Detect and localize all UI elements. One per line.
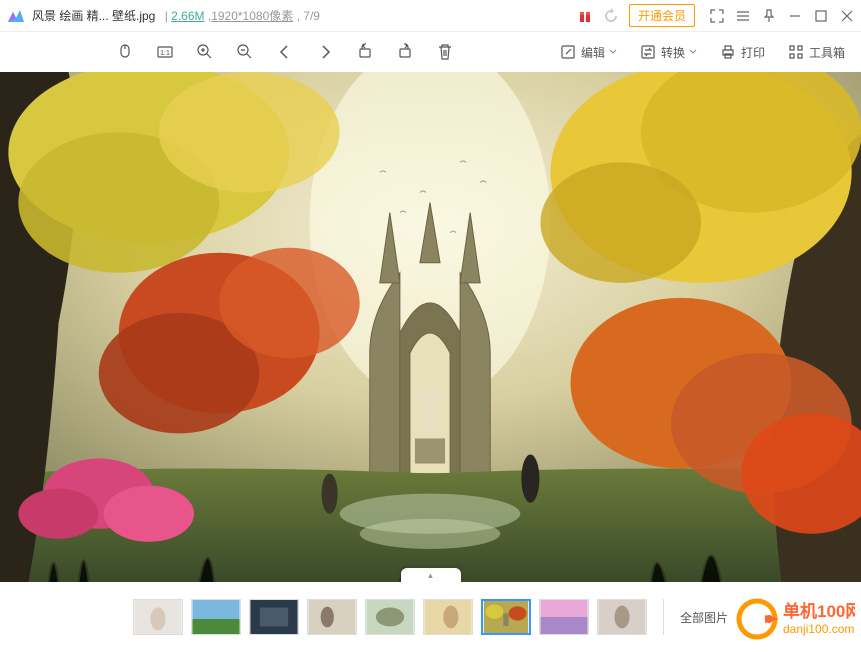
svg-text:单机100网: 单机100网 [783,601,855,621]
thumb-5[interactable] [365,599,415,635]
file-dimensions[interactable]: 1920*1080像素 [211,9,293,23]
thumb-2[interactable] [191,599,241,635]
convert-button[interactable]: 转换 [639,43,697,61]
thumb-6[interactable] [423,599,473,635]
toolbar: 1:1 编辑 转换 打印 工具箱 [0,32,861,72]
print-icon [719,43,737,61]
zoom-out-tool[interactable] [236,43,254,61]
toolbox-button[interactable]: 工具箱 [787,43,845,61]
convert-icon [639,43,657,61]
delete-tool[interactable] [436,43,454,61]
filename: 风景 绘画 精... 壁纸.jpg [32,7,155,24]
titlebar: 风景 绘画 精... 壁纸.jpg | 2.66M ,1920*1080像素 ,… [0,0,861,32]
thumb-8[interactable] [539,599,589,635]
thumb-1[interactable] [133,599,183,635]
minimize-icon[interactable] [787,8,803,24]
svg-text:1:1: 1:1 [160,50,170,57]
mouse-tool[interactable] [116,43,134,61]
divider [663,599,664,635]
rotate-left-tool[interactable] [356,43,374,61]
image-viewer[interactable]: ▲ [0,72,861,582]
thumb-3[interactable] [249,599,299,635]
rotate-right-tool[interactable] [396,43,414,61]
thumb-9[interactable] [597,599,647,635]
edit-icon [559,43,577,61]
file-size[interactable]: 2.66M [171,9,204,23]
thumb-4[interactable] [307,599,357,635]
next-tool[interactable] [316,43,334,61]
edit-button[interactable]: 编辑 [559,43,617,61]
svg-text:danji100.com: danji100.com [783,622,854,636]
gift-icon[interactable] [577,8,593,24]
maximize-icon[interactable] [813,8,829,24]
zoom-in-tool[interactable] [196,43,214,61]
main-image [0,72,861,582]
thumbnail-handle[interactable]: ▲ [401,568,461,582]
close-icon[interactable] [839,8,855,24]
file-meta: | 2.66M ,1920*1080像素 , 7/9 [161,7,320,24]
menu-icon[interactable] [735,8,751,24]
app-logo [6,6,26,26]
vip-button[interactable]: 开通会员 [629,4,695,27]
pin-icon[interactable] [761,8,777,24]
prev-tool[interactable] [276,43,294,61]
thumb-7[interactable] [481,599,531,635]
fit-tool[interactable]: 1:1 [156,43,174,61]
thumbnail-strip: 全部图片 单机100网 danji100.com [0,582,861,652]
sync-icon[interactable] [603,8,619,24]
all-images-link[interactable]: 全部图片 [680,609,728,626]
print-button[interactable]: 打印 [719,43,765,61]
fullscreen-icon[interactable] [709,8,725,24]
watermark-badge: 单机100网 danji100.com [735,591,855,646]
image-counter: 7/9 [303,9,320,23]
toolbox-icon [787,43,805,61]
